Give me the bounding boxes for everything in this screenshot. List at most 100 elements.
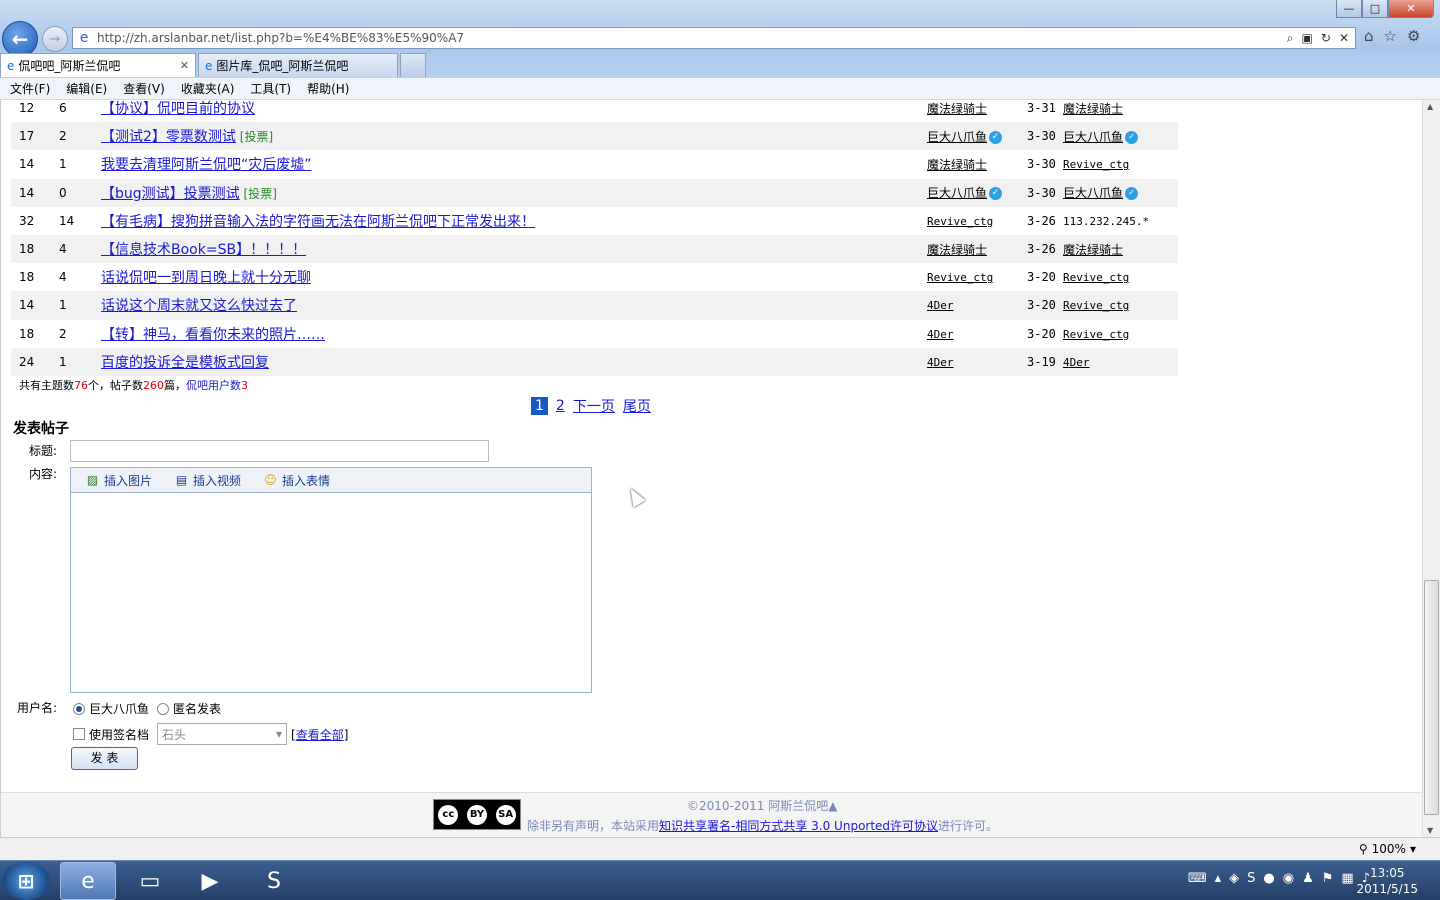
- network-icon[interactable]: ▦: [1341, 871, 1353, 886]
- menu-help[interactable]: 帮助(H): [307, 80, 349, 97]
- home-icon[interactable]: ⌂: [1364, 27, 1374, 45]
- tab-close-icon[interactable]: ✕: [180, 59, 189, 72]
- maximize-button[interactable]: □: [1362, 0, 1388, 18]
- content-editor[interactable]: ▨ 插入图片 ▤ 插入视频 ☺ 插入表情: [70, 467, 592, 693]
- topic-title-link[interactable]: 【转】神马，看看你未来的照片……: [101, 327, 325, 343]
- tab-kanba[interactable]: e 侃吧吧_阿斯兰侃吧 ✕: [0, 53, 196, 77]
- compat-view-icon[interactable]: ▣: [1302, 31, 1313, 46]
- gear-icon[interactable]: ⚙: [1407, 27, 1420, 45]
- favorites-star-icon[interactable]: ☆: [1384, 27, 1397, 45]
- topic-title-link[interactable]: 我要去清理阿斯兰侃吧“灾后废墟”: [101, 157, 312, 173]
- keyboard-icon[interactable]: ⌨: [1188, 871, 1207, 886]
- topic-title-link[interactable]: 【bug测试】投票测试: [101, 186, 240, 202]
- user-link[interactable]: Revive_ctg: [1063, 299, 1129, 312]
- user-link[interactable]: 巨大八爪鱼: [927, 186, 987, 200]
- user-link[interactable]: 巨大八爪鱼: [1063, 186, 1123, 200]
- title-input[interactable]: [70, 440, 489, 462]
- user-link[interactable]: Revive_ctg: [1063, 328, 1129, 341]
- stop-icon[interactable]: ✕: [1339, 31, 1349, 46]
- tab-gallery[interactable]: e 图片库_侃吧_阿斯兰侃吧: [198, 53, 398, 77]
- topic-title-link[interactable]: 百度的投诉全是模板式回复: [101, 355, 269, 371]
- user-link[interactable]: 4Der: [927, 328, 954, 341]
- topic-title-link[interactable]: 【信息技术Book=SB】！！！！: [101, 242, 306, 258]
- signature-checkbox[interactable]: [73, 728, 85, 740]
- user-option-label: 巨大八爪鱼: [89, 702, 150, 716]
- menu-bar: 文件(F) 编辑(E) 查看(V) 收藏夹(A) 工具(T) 帮助(H): [0, 78, 1440, 100]
- submit-button[interactable]: 发 表: [71, 747, 138, 770]
- user-link[interactable]: Revive_ctg: [1063, 158, 1129, 171]
- url-text[interactable]: http://zh.arslanbar.net/list.php?b=%E4%B…: [93, 31, 1287, 45]
- chat-icon[interactable]: ●: [1263, 871, 1274, 886]
- start-button[interactable]: ⊞: [2, 862, 50, 900]
- user-link[interactable]: 巨大八爪鱼: [927, 130, 987, 144]
- tray-expand-icon[interactable]: ▴: [1215, 871, 1222, 886]
- last-poster-ip: 113.232.245.*: [1063, 214, 1150, 228]
- taskbar-ie[interactable]: e: [60, 862, 116, 900]
- scroll-up-icon[interactable]: ▲: [1427, 102, 1433, 111]
- topic-title-link[interactable]: 话说侃吧一到周日晚上就十分无聊: [101, 270, 311, 286]
- close-button[interactable]: ✕: [1388, 0, 1434, 18]
- forward-button[interactable]: →: [42, 26, 68, 52]
- new-tab-button[interactable]: [400, 53, 426, 77]
- vote-tag: 投票: [244, 130, 269, 145]
- address-bar[interactable]: e http://zh.arslanbar.net/list.php?b=%E4…: [72, 27, 1356, 49]
- back-button[interactable]: ←: [2, 21, 38, 57]
- anon-radio[interactable]: [157, 702, 170, 715]
- next-page-link[interactable]: 下一页: [573, 396, 615, 416]
- users-link[interactable]: 侃吧用户数: [186, 379, 241, 392]
- user-link[interactable]: 4Der: [1063, 356, 1090, 369]
- topic-title-link[interactable]: 【有毛病】搜狗拼音输入法的字符画无法在阿斯兰侃吧下正常发出来！: [101, 214, 535, 230]
- menu-edit[interactable]: 编辑(E): [66, 80, 107, 97]
- user-link[interactable]: Revive_ctg: [927, 215, 993, 228]
- qq-icon[interactable]: ♟: [1302, 871, 1314, 886]
- topic-title-link[interactable]: 话说这个周末就又这么快过去了: [101, 298, 297, 314]
- user-link[interactable]: 魔法绿骑士: [927, 243, 987, 257]
- user-link[interactable]: 魔法绿骑士: [1063, 102, 1123, 116]
- insert-video-button[interactable]: ▤ 插入视频: [174, 472, 241, 489]
- minimize-button[interactable]: —: [1336, 0, 1362, 18]
- signature-select[interactable]: 石头 ▾: [157, 723, 288, 745]
- scroll-down-icon[interactable]: ▼: [1427, 826, 1433, 835]
- topic-title-link[interactable]: 【测试2】零票数测试: [101, 129, 236, 145]
- user-link[interactable]: 魔法绿骑士: [927, 158, 987, 172]
- user-link[interactable]: 4Der: [927, 299, 954, 312]
- refresh-icon[interactable]: ↻: [1321, 31, 1331, 46]
- vertical-scrollbar[interactable]: ▲ ▼: [1422, 100, 1440, 837]
- clock[interactable]: 13:05 2011/5/15: [1356, 865, 1418, 897]
- content-label: 内容:: [29, 467, 58, 481]
- insert-emoji-button[interactable]: ☺ 插入表情: [263, 472, 330, 489]
- user-link[interactable]: Revive_ctg: [1063, 271, 1129, 284]
- scroll-thumb[interactable]: [1424, 580, 1439, 815]
- zoom-control[interactable]: ⚲ 100% ▾: [1359, 842, 1416, 856]
- view-all-link[interactable]: 查看全部: [296, 728, 344, 742]
- cc-license-badge[interactable]: cc BY SA: [433, 799, 521, 830]
- post-date: 3-30: [1027, 178, 1063, 207]
- taskbar-sogou[interactable]: S: [246, 862, 302, 900]
- license-text: 除非另有声明，本站采用知识共享署名-相同方式共享 3.0 Unported许可协…: [527, 817, 998, 834]
- page-2-link[interactable]: 2: [556, 398, 565, 414]
- license-link[interactable]: 知识共享署名-相同方式共享 3.0 Unported许可协议: [659, 819, 938, 833]
- post-date: 3-19: [1027, 347, 1063, 376]
- user-link[interactable]: 巨大八爪鱼: [1063, 130, 1123, 144]
- menu-view[interactable]: 查看(V): [123, 80, 165, 97]
- user-radio[interactable]: [73, 702, 85, 715]
- search-icon[interactable]: ⌕: [1287, 31, 1294, 46]
- last-page-link[interactable]: 尾页: [623, 396, 651, 416]
- tray-app-icon[interactable]: ◉: [1283, 871, 1294, 886]
- taskbar-media-player[interactable]: ▶: [182, 862, 238, 900]
- menu-tools[interactable]: 工具(T): [250, 80, 291, 97]
- user-link[interactable]: Revive_ctg: [927, 271, 993, 284]
- user-link[interactable]: 4Der: [927, 356, 954, 369]
- user-link[interactable]: 魔法绿骑士: [927, 102, 987, 116]
- taskbar-explorer[interactable]: ▭: [122, 862, 178, 900]
- flag-icon[interactable]: ⚑: [1322, 871, 1334, 886]
- forum-stats: 共有主题数76个，帖子数260篇，侃吧用户数3: [19, 377, 248, 393]
- menu-file[interactable]: 文件(F): [10, 80, 50, 97]
- user-link[interactable]: 魔法绿骑士: [1063, 243, 1123, 257]
- menu-favorites[interactable]: 收藏夹(A): [181, 80, 235, 97]
- topic-title-link[interactable]: 【协议】侃吧目前的协议: [101, 101, 255, 117]
- sogou-tray-icon[interactable]: S: [1247, 871, 1255, 886]
- cc-icon: cc: [438, 804, 459, 825]
- insert-image-button[interactable]: ▨ 插入图片: [85, 472, 152, 489]
- tray-app-icon[interactable]: ◈: [1229, 871, 1239, 886]
